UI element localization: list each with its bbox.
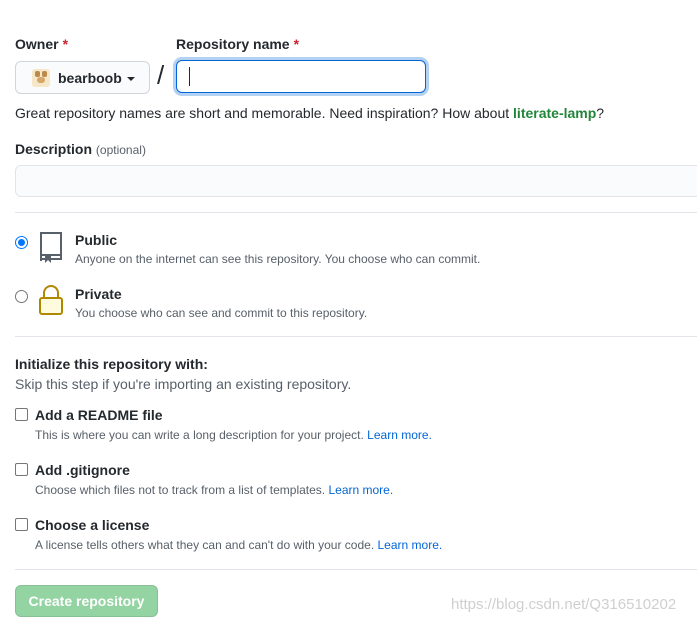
- private-radio[interactable]: [15, 290, 28, 303]
- owner-required-mark: *: [62, 36, 69, 52]
- gitignore-title: Add .gitignore: [35, 462, 130, 478]
- owner-select-button[interactable]: bearboob: [15, 61, 150, 94]
- hint-end: ?: [596, 105, 605, 121]
- init-heading: Initialize this repository with:: [15, 356, 208, 372]
- gitignore-description: Choose which files not to track from a l…: [35, 483, 393, 497]
- create-repository-button[interactable]: Create repository: [15, 585, 158, 617]
- divider: [15, 336, 697, 337]
- owner-label: Owner *: [15, 36, 68, 52]
- divider: [15, 212, 697, 213]
- divider: [15, 569, 697, 570]
- private-description: You choose who can see and commit to thi…: [75, 306, 368, 320]
- license-learn-more-link[interactable]: Learn more.: [378, 538, 443, 552]
- caret-down-icon: [126, 76, 135, 81]
- repo-book-icon: [40, 232, 62, 263]
- description-label-text: Description: [15, 141, 93, 157]
- readme-learn-more-link[interactable]: Learn more.: [367, 428, 432, 442]
- init-subtext: Skip this step if you're importing an ex…: [15, 376, 352, 392]
- repo-name-label: Repository name *: [176, 36, 299, 52]
- owner-repo-separator: /: [157, 60, 165, 90]
- license-description-text: A license tells others what they can and…: [35, 538, 375, 552]
- private-title: Private: [75, 286, 122, 302]
- readme-description-text: This is where you can write a long descr…: [35, 428, 364, 442]
- description-input[interactable]: [15, 165, 697, 197]
- name-suggestion-link[interactable]: literate-lamp: [513, 105, 596, 121]
- watermark: https://blog.csdn.net/Q316510202: [451, 596, 677, 613]
- readme-title: Add a README file: [35, 407, 163, 423]
- lock-icon: [39, 285, 63, 315]
- owner-avatar: [32, 68, 50, 87]
- license-checkbox[interactable]: [15, 518, 28, 531]
- owner-name: bearboob: [58, 69, 122, 86]
- description-label: Description (optional): [15, 141, 146, 157]
- readme-description: This is where you can write a long descr…: [35, 428, 432, 442]
- text-cursor: [189, 67, 190, 86]
- public-title: Public: [75, 232, 118, 248]
- gitignore-learn-more-link[interactable]: Learn more.: [328, 483, 393, 497]
- repo-name-hint: Great repository names are short and mem…: [15, 105, 604, 121]
- public-radio[interactable]: [15, 236, 28, 249]
- repo-name-required-mark: *: [293, 36, 300, 52]
- readme-checkbox[interactable]: [15, 408, 28, 421]
- repo-name-input[interactable]: [176, 60, 426, 93]
- license-description: A license tells others what they can and…: [35, 538, 442, 552]
- hint-text: Great repository names are short and mem…: [15, 105, 514, 121]
- license-title: Choose a license: [35, 517, 150, 533]
- repo-name-label-text: Repository name: [176, 36, 290, 52]
- gitignore-checkbox[interactable]: [15, 463, 28, 476]
- public-description: Anyone on the internet can see this repo…: [75, 252, 481, 266]
- owner-label-text: Owner: [15, 36, 59, 52]
- gitignore-description-text: Choose which files not to track from a l…: [35, 483, 326, 497]
- description-optional-note: (optional): [95, 143, 146, 157]
